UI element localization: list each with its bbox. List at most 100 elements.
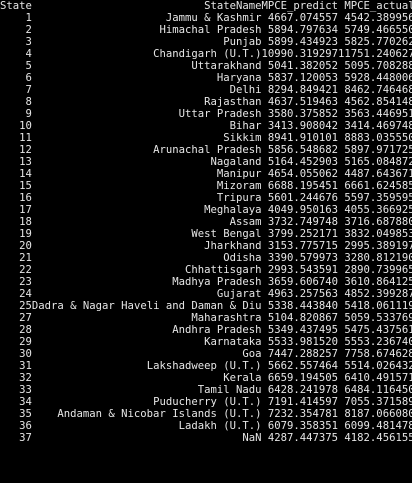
cell-mpce-predict: 3390.579973	[267, 252, 339, 264]
cell-mpce-predict: 4287.447375	[267, 432, 339, 444]
cell-statename: Assam	[229, 216, 262, 228]
table-row: 37 NaN 4287.447375 4182.456155	[0, 432, 412, 444]
cell-state: 4	[25, 48, 32, 60]
table-row: 30 Goa 7447.288257 7758.674628	[0, 348, 412, 360]
cell-statename: Uttar Pradesh	[178, 108, 262, 120]
table-row: 15 Mizoram 6688.195451 6661.624585	[0, 180, 412, 192]
cell-state: 37	[19, 432, 32, 444]
table-row: 27 Maharashtra 5104.820867 5059.533769	[0, 312, 412, 324]
cell-mpce-actual: 8187.066080	[344, 408, 412, 420]
table-row: 2 Himachal Pradesh 5894.797634 5749.466550	[0, 24, 412, 36]
cell-mpce-predict: 8294.849421	[267, 84, 339, 96]
table-row: 16 Tripura 5601.244676 5597.359595	[0, 192, 412, 204]
cell-state: 34	[19, 396, 32, 408]
cell-mpce-actual: 4542.389956	[344, 12, 412, 24]
cell-state: 24	[19, 288, 32, 300]
cell-mpce-actual: 5749.466550	[344, 24, 412, 36]
cell-mpce-actual: 7055.371589	[344, 396, 412, 408]
cell-state: 30	[19, 348, 32, 360]
cell-mpce-actual: 3563.446951	[344, 108, 412, 120]
cell-mpce-predict: 5164.452903	[267, 156, 339, 168]
cell-state: 13	[19, 156, 32, 168]
cell-state: 32	[19, 372, 32, 384]
cell-mpce-predict: 5338.443840	[267, 300, 339, 312]
cell-mpce-actual: 4852.399287	[344, 288, 412, 300]
cell-statename: Puducherry (U.T.)	[153, 396, 262, 408]
cell-mpce-actual: 4055.366925	[344, 204, 412, 216]
cell-statename: Lakshadweep (U.T.)	[146, 360, 262, 372]
cell-mpce-predict: 5899.434923	[267, 36, 339, 48]
cell-state: 15	[19, 180, 32, 192]
table-row: 28 Andhra Pradesh 5349.437495 5475.437561	[0, 324, 412, 336]
cell-state: 14	[19, 168, 32, 180]
cell-state: 29	[19, 336, 32, 348]
table-row: 19 West Bengal 3799.252171 3832.049853	[0, 228, 412, 240]
cell-statename: Delhi	[229, 84, 262, 96]
cell-mpce-actual: 6099.481478	[344, 420, 412, 432]
cell-statename: Rajasthan	[204, 96, 262, 108]
cell-mpce-predict: 3659.606740	[267, 276, 339, 288]
cell-mpce-actual: 8462.746468	[344, 84, 412, 96]
cell-mpce-predict: 8941.910101	[267, 132, 339, 144]
cell-statename: NaN	[242, 432, 262, 444]
cell-mpce-actual: 5418.061119	[344, 300, 412, 312]
cell-state: 25	[19, 300, 32, 312]
cell-mpce-predict: 6079.358351	[267, 420, 339, 432]
column-header-state: State	[0, 0, 32, 12]
table-row: 36 Ladakh (U.T.) 6079.358351 6099.481478	[0, 420, 412, 432]
cell-mpce-actual: 5059.533769	[344, 312, 412, 324]
cell-mpce-predict: 7447.288257	[267, 348, 339, 360]
table-row: 33 Tamil Nadu 6428.241978 6484.116450	[0, 384, 412, 396]
table-row: 22 Chhattisgarh 2993.543591 2890.739965	[0, 264, 412, 276]
cell-mpce-predict: 5837.120053	[267, 72, 339, 84]
table-row: 35 Andaman & Nicobar Islands (U.T.) 7232.3…	[0, 408, 412, 420]
cell-statename: Maharashtra	[191, 312, 262, 324]
cell-statename: Mizoram	[216, 180, 262, 192]
cell-mpce-actual: 5553.236740	[344, 336, 412, 348]
cell-statename: West Bengal	[191, 228, 262, 240]
cell-state: 12	[19, 144, 32, 156]
cell-mpce-actual: 6661.624585	[344, 180, 412, 192]
table-row: 31 Lakshadweep (U.T.) 5662.557464 5514.0264…	[0, 360, 412, 372]
cell-statename: Tripura	[216, 192, 262, 204]
table-body: 1 Jammu & Kashmir 4667.074557 4542.389956 2 H…	[0, 12, 412, 444]
cell-mpce-predict: 5662.557464	[267, 360, 339, 372]
cell-statename: Punjab	[223, 36, 262, 48]
cell-statename: Odisha	[223, 252, 262, 264]
cell-mpce-actual: 5475.437561	[344, 324, 412, 336]
table-row: 7 Delhi 8294.849421 8462.746468	[0, 84, 412, 96]
cell-statename: Haryana	[216, 72, 262, 84]
cell-statename: Arunachal Pradesh	[153, 144, 262, 156]
table-row: 20 Jharkhand 3153.775715 2995.389197	[0, 240, 412, 252]
cell-mpce-predict: 5894.797634	[267, 24, 339, 36]
cell-mpce-predict: 4049.950163	[267, 204, 339, 216]
cell-mpce-actual: 11751.240627	[338, 48, 412, 60]
table-row: 1 Jammu & Kashmir 4667.074557 4542.389956	[0, 12, 412, 24]
dataframe-table: State StateName MPCE_predict MPCE_actual…	[0, 0, 412, 444]
cell-mpce-predict: 3153.775715	[267, 240, 339, 252]
cell-mpce-predict: 4667.074557	[267, 12, 339, 24]
cell-mpce-predict: 5349.437495	[267, 324, 339, 336]
cell-state: 23	[19, 276, 32, 288]
cell-statename: Jharkhand	[204, 240, 262, 252]
table-row: 23 Madhya Pradesh 3659.606740 3610.864125	[0, 276, 412, 288]
cell-mpce-actual: 2890.739965	[344, 264, 412, 276]
cell-statename: Jammu & Kashmir	[165, 12, 262, 24]
cell-statename: Ladakh (U.T.)	[178, 420, 262, 432]
cell-state: 28	[19, 324, 32, 336]
table-row: 12 Arunachal Pradesh 5856.548682 5897.97172…	[0, 144, 412, 156]
cell-mpce-actual: 3610.864125	[344, 276, 412, 288]
cell-mpce-predict: 4963.257563	[267, 288, 339, 300]
cell-mpce-actual: 5095.708288	[344, 60, 412, 72]
table-row: 10 Bihar 3413.908042 3414.469748	[0, 120, 412, 132]
cell-state: 3	[25, 36, 32, 48]
table-row: 21 Odisha 3390.579973 3280.812190	[0, 252, 412, 264]
cell-mpce-actual: 5597.359595	[344, 192, 412, 204]
cell-state: 16	[19, 192, 32, 204]
cell-state: 9	[25, 108, 32, 120]
cell-statename: Nagaland	[210, 156, 262, 168]
cell-state: 22	[19, 264, 32, 276]
cell-state: 31	[19, 360, 32, 372]
column-header-mpce-actual: MPCE_actual	[344, 0, 412, 12]
cell-mpce-predict: 5104.820867	[267, 312, 339, 324]
